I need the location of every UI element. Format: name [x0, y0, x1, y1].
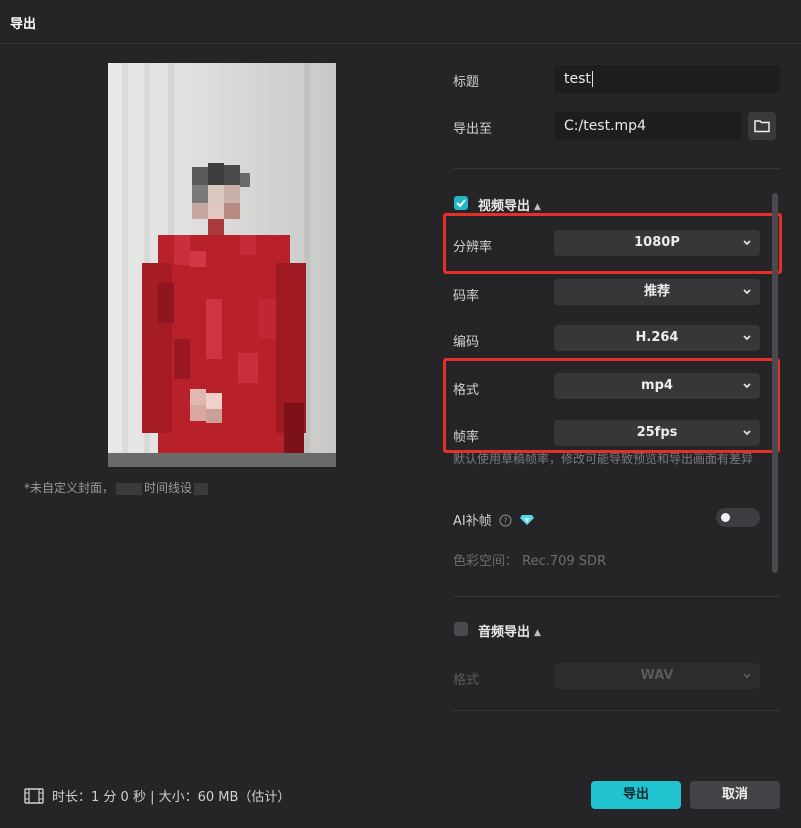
video-export-label: 视频导出	[478, 199, 531, 214]
diamond-vip-icon	[520, 515, 535, 525]
section-divider	[453, 596, 780, 597]
title-input[interactable]: test	[554, 65, 780, 93]
chevron-down-icon	[743, 673, 751, 679]
audio-format-value: WAV	[640, 668, 674, 683]
video-preview-thumbnail	[108, 63, 336, 467]
video-export-checkbox[interactable]	[454, 196, 468, 210]
audio-format-label: 格式	[453, 673, 480, 688]
colorspace-info: 色彩空间： Rec.709 SDR	[453, 554, 607, 569]
ai-frame-label-text: AI补帧	[453, 514, 492, 529]
bitrate-select[interactable]: 推荐	[554, 279, 760, 305]
resolution-highlight-box	[443, 213, 782, 274]
cancel-button[interactable]: 取消	[690, 781, 780, 809]
codec-label: 编码	[453, 335, 480, 350]
bitrate-label: 码率	[453, 289, 480, 304]
help-icon[interactable]: ?	[499, 514, 512, 527]
export-button[interactable]: 导出	[591, 781, 681, 809]
section-divider	[453, 710, 780, 711]
codec-value: H.264	[635, 330, 679, 345]
checkmark-icon	[456, 199, 466, 208]
export-path-value: C:/test.mp4	[564, 118, 646, 134]
duration-size-text: 时长：1 分 0 秒 | 大小：60 MB（估计）	[52, 790, 291, 805]
chevron-down-icon	[743, 289, 751, 295]
collapse-up-icon: ▲	[534, 628, 541, 638]
cover-note-suffix: 时间线设	[144, 481, 193, 495]
blurred-text	[116, 482, 143, 495]
export-path-input[interactable]: C:/test.mp4	[554, 112, 742, 140]
framerate-note: 默认使用草稿帧率，修改可能导致预览和导出画面有差异	[453, 452, 754, 466]
export-to-label: 导出至	[453, 122, 493, 137]
svg-text:?: ?	[503, 517, 507, 526]
dialog-title: 导出	[10, 17, 37, 32]
cover-note: *未自定义封面， 时间线设	[24, 479, 210, 496]
title-label: 标题	[453, 75, 480, 90]
pixelated-person-image	[108, 163, 336, 467]
export-summary: 时长：1 分 0 秒 | 大小：60 MB（估计）	[24, 786, 290, 805]
film-icon	[24, 787, 44, 804]
audio-format-select[interactable]: WAV	[554, 663, 760, 689]
codec-select[interactable]: H.264	[554, 325, 760, 351]
blurred-text	[194, 482, 209, 495]
title-bar: 导出	[0, 0, 801, 44]
format-framerate-highlight-box	[443, 358, 780, 453]
video-export-section-title[interactable]: 视频导出 ▲	[478, 195, 541, 214]
audio-export-section-title[interactable]: 音频导出 ▲	[478, 621, 541, 640]
cover-note-prefix: *未自定义封面，	[24, 481, 115, 495]
ai-frame-label: AI补帧 ?	[453, 510, 535, 529]
text-caret	[591, 71, 593, 87]
settings-scrollbar[interactable]	[772, 193, 778, 573]
bitrate-value: 推荐	[643, 284, 670, 299]
collapse-up-icon: ▲	[534, 202, 541, 212]
audio-export-label: 音频导出	[478, 625, 531, 640]
audio-export-checkbox[interactable]	[454, 622, 468, 636]
title-input-value: test	[564, 71, 591, 87]
ai-frame-toggle[interactable]	[716, 508, 760, 527]
browse-folder-button[interactable]	[748, 112, 776, 140]
chevron-down-icon	[743, 335, 751, 341]
export-dialog: 导出 *未自定义封面， 时间线设 标题 test 导出至 C:/test.mp4…	[0, 0, 801, 828]
section-divider	[453, 168, 780, 169]
folder-icon	[754, 120, 770, 133]
toggle-knob	[721, 513, 730, 522]
